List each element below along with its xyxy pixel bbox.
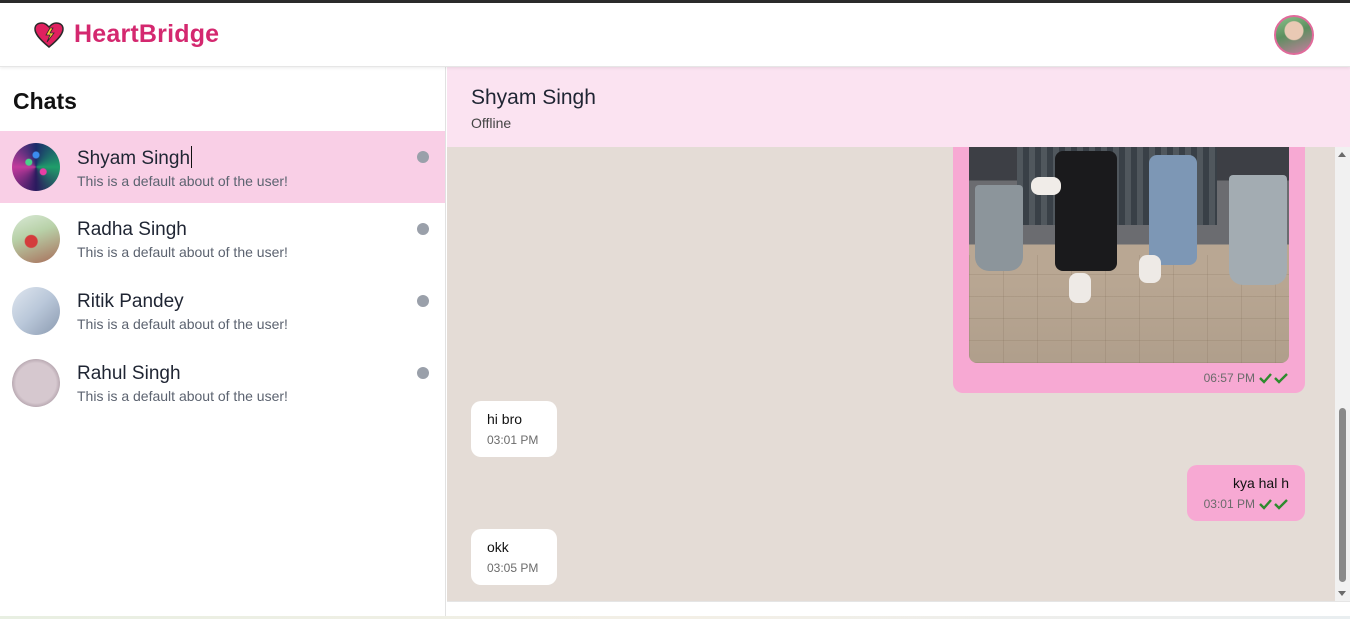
message-time: 03:01 PM [1203,497,1255,511]
contact-name: Shyam Singh [471,86,596,109]
offline-status-dot [417,151,429,163]
chat-item-ritik-pandey[interactable]: Ritik Pandey This is a default about of … [0,275,445,347]
scroll-down-arrow-icon[interactable] [1338,591,1346,596]
avatar [12,359,60,407]
chat-item-name: Rahul Singh [77,362,181,384]
scrollbar-thumb[interactable] [1339,408,1346,582]
shared-photo[interactable] [969,147,1289,363]
scroll-up-arrow-icon[interactable] [1338,152,1346,157]
conversation-panel: Shyam Singh Offline 06:57 PM hi bro 03:0… [447,67,1350,616]
message-bubble-outgoing[interactable]: kya hal h 03:01 PM [1187,465,1305,521]
avatar [12,143,60,191]
chat-item-about: This is a default about of the user! [77,172,288,189]
chat-item-name: Ritik Pandey [77,290,184,312]
chat-item-about: This is a default about of the user! [77,315,288,332]
message-text: hi bro [487,411,523,427]
conversation-header[interactable]: Shyam Singh Offline [447,67,1350,147]
offline-status-dot [417,295,429,307]
user-profile-avatar[interactable] [1274,14,1314,55]
sidebar-title: Chats [13,88,77,114]
offline-status-dot [417,223,429,235]
chat-item-rahul-singh[interactable]: Rahul Singh This is a default about of t… [0,347,445,419]
chat-item-radha-singh[interactable]: Radha Singh This is a default about of t… [0,203,445,275]
chat-item-about: This is a default about of the user! [77,387,288,404]
message-composer[interactable] [447,601,1350,616]
message-time: 06:57 PM [1203,371,1255,385]
chat-item-about: This is a default about of the user! [77,243,288,260]
avatar [12,215,60,263]
app-header: HeartBridge [0,3,1350,67]
message-bubble-image-outgoing[interactable]: 06:57 PM [953,147,1305,393]
chat-item-name: Radha Singh [77,218,187,240]
heart-logo-icon [34,21,64,49]
brand[interactable]: HeartBridge [34,20,219,49]
double-check-icon [1259,499,1288,510]
avatar [12,287,60,335]
message-list-scrollbar[interactable] [1335,147,1350,601]
text-cursor [191,145,193,168]
message-bubble-incoming[interactable]: okk 03:05 PM [471,529,557,585]
offline-status-dot [417,367,429,379]
chat-item-shyam-singh[interactable]: Shyam Singh This is a default about of t… [0,131,445,203]
message-time: 03:05 PM [487,561,539,575]
message-bubble-incoming[interactable]: hi bro 03:01 PM [471,401,557,457]
message-list[interactable]: 06:57 PM hi bro 03:01 PM kya hal h 03:01… [447,147,1335,601]
double-check-icon [1259,373,1288,384]
message-text: kya hal h [1232,475,1289,491]
chat-item-name: Shyam Singh [77,147,191,169]
message-time: 03:01 PM [487,433,539,447]
brand-name: HeartBridge [74,20,220,48]
chat-sidebar: Chats Shyam Singh This is a default abou… [0,67,446,616]
contact-status: Offline [471,115,512,131]
message-text: okk [487,539,509,555]
